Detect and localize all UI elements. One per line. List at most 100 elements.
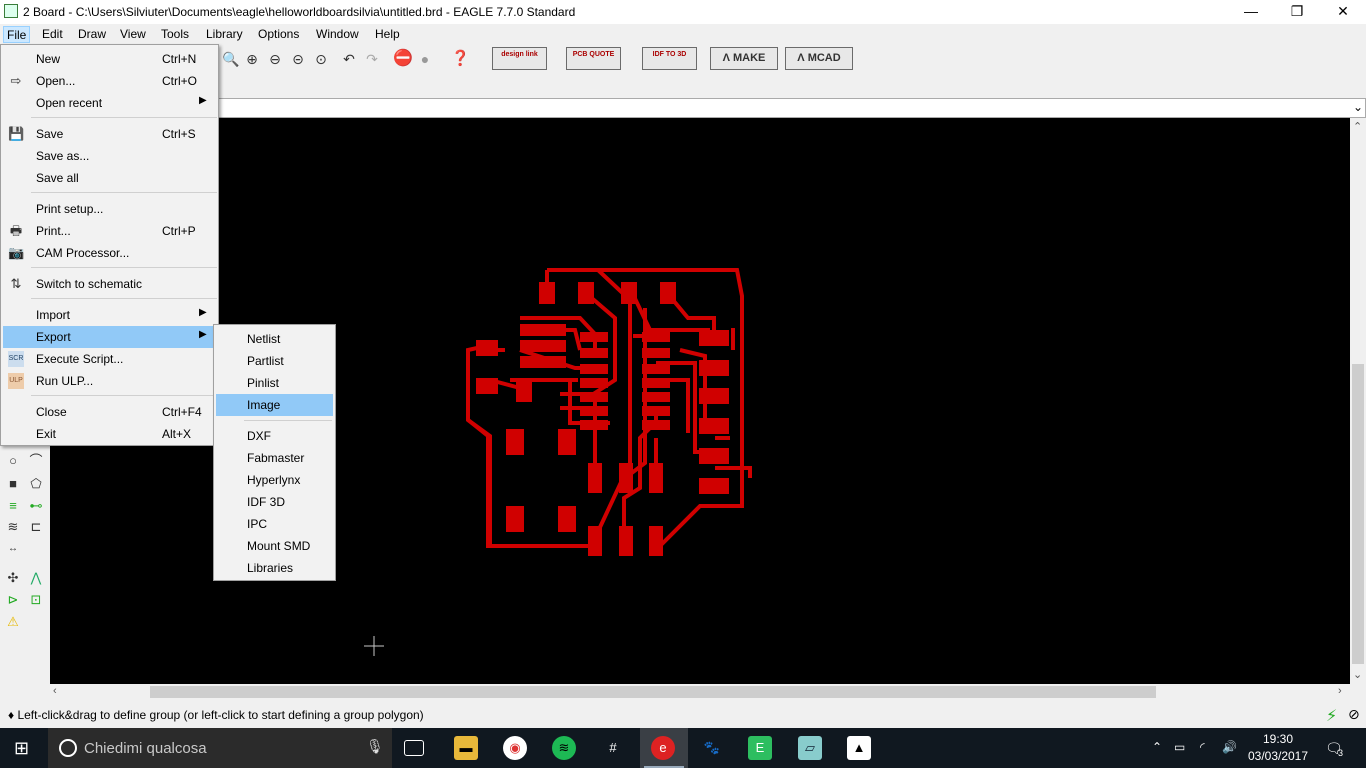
battery-icon[interactable]: ▭ [1174,740,1185,754]
menu-help[interactable]: Help [372,26,403,43]
spotify-icon[interactable]: ≋ [552,736,576,760]
chrome-icon[interactable]: ◉ [503,736,527,760]
menu-item-print[interactable]: 🖶 Print... Ctrl+P [3,220,217,242]
arc-tool-icon[interactable]: ⌒ [27,452,45,470]
export-item-mount-smd[interactable]: Mount SMD [216,535,333,557]
microphone-icon[interactable]: 🎙 [366,738,384,755]
menu-item-import[interactable]: Import ▶ [3,304,217,326]
zoom-in-icon[interactable]: ⊕ [244,51,260,67]
export-item-netlist[interactable]: Netlist [216,328,333,350]
horizontal-scroll-thumb[interactable] [150,686,1156,698]
rect-tool-icon[interactable]: ■ [4,475,22,493]
scroll-up-icon[interactable]: ⌃ [1353,120,1362,133]
vertical-scroll-thumb[interactable] [1352,364,1364,664]
menu-item-new[interactable]: New Ctrl+N [3,48,217,70]
go-icon[interactable]: ● [417,51,433,67]
wifi-icon[interactable]: ◜ [1200,740,1205,754]
zoom-out-icon[interactable]: ⊖ [267,51,283,67]
menu-edit[interactable]: Edit [39,26,66,43]
menu-item-save-as[interactable]: Save as... [3,145,217,167]
menu-item-switch-schematic[interactable]: ⇅ Switch to schematic [3,273,217,295]
redo-icon[interactable]: ↷ [364,51,380,67]
menu-item-save-all[interactable]: Save all [3,167,217,189]
via-tool-icon[interactable]: ≡ [4,497,22,515]
menu-item-exit[interactable]: Exit Alt+X [3,423,217,445]
zoom-redraw-icon[interactable]: ⊝ [290,51,306,67]
menu-item-print-setup[interactable]: Print setup... [3,198,217,220]
drc-tool-icon[interactable]: ⊡ [27,591,45,609]
menu-item-export[interactable]: Export ▶ [3,326,217,348]
system-clock[interactable]: 19:30 03/03/2017 [1244,731,1312,765]
autorouter-tool-icon[interactable]: ⊳ [4,591,22,609]
menu-item-close[interactable]: Close Ctrl+F4 [3,401,217,423]
scroll-left-icon[interactable]: ‹ [53,685,57,697]
windows-start-icon[interactable]: ⊞ [14,738,29,759]
horizontal-scrollbar[interactable]: ‹ › [50,684,1350,700]
taskbar-search[interactable]: Chiedimi qualcosa 🎙 [48,728,392,768]
stop-command-icon[interactable]: ⊘ [1348,706,1360,723]
volume-icon[interactable]: 🔊 [1222,740,1237,754]
menu-view[interactable]: View [117,26,149,43]
photos-icon[interactable]: ▲ [847,736,871,760]
attribute-tool-icon[interactable]: ⊏ [27,518,45,536]
command-line-input[interactable]: ⌄ [216,98,1366,118]
dimension-tool-icon[interactable]: ↔ [4,540,22,558]
export-item-idf-3d[interactable]: IDF 3D [216,491,333,513]
menu-item-save[interactable]: 💾 Save Ctrl+S [3,123,217,145]
undo-icon[interactable]: ↶ [341,51,357,67]
minimize-button[interactable]: — [1228,0,1274,24]
vertical-scrollbar[interactable]: ⌃ ⌄ [1350,118,1366,684]
menu-window[interactable]: Window [313,26,362,43]
route-tool-icon[interactable]: ⋀ [27,569,45,587]
export-item-fabmaster[interactable]: Fabmaster [216,447,333,469]
file-explorer-icon[interactable]: ▬ [454,736,478,760]
header-pad [699,388,729,404]
menu-options[interactable]: Options [255,26,302,43]
idf-to-3d-button[interactable]: IDF TO 3D [642,47,697,70]
ratsnest-tool-icon[interactable]: ✣ [4,569,22,587]
zoom-fit-icon[interactable]: 🔍 [222,51,239,67]
maximize-button[interactable]: ❐ [1274,0,1320,24]
help-icon[interactable]: ❓ [451,51,470,67]
scroll-right-icon[interactable]: › [1338,685,1342,697]
make-button[interactable]: Λ MAKE [710,47,778,70]
pcb-quote-button[interactable]: PCB QUOTE [566,47,621,70]
export-item-pinlist[interactable]: Pinlist [216,372,333,394]
export-item-hyperlynx[interactable]: Hyperlynx [216,469,333,491]
zoom-area-icon[interactable]: ⊙ [313,51,329,67]
menu-item-cam-processor[interactable]: 📷 CAM Processor... [3,242,217,264]
export-item-dxf[interactable]: DXF [216,425,333,447]
notes-icon[interactable]: ▱ [798,736,822,760]
menu-library[interactable]: Library [203,26,246,43]
menu-item-open-recent[interactable]: Open recent ▶ [3,92,217,114]
eagle-icon[interactable]: e [651,736,675,760]
export-item-partlist[interactable]: Partlist [216,350,333,372]
tray-chevron-icon[interactable]: ⌃ [1152,740,1162,754]
signal-tool-icon[interactable]: ⊷ [27,497,45,515]
design-link-button[interactable]: design link [492,47,547,70]
menu-tools[interactable]: Tools [158,26,192,43]
hole-tool-icon[interactable]: ≋ [4,518,22,536]
gimp-icon[interactable]: 🐾 [700,736,724,760]
close-button[interactable]: ✕ [1320,0,1366,24]
polygon-tool-icon[interactable]: ⬠ [27,475,45,493]
slack-icon[interactable]: # [601,736,625,760]
evernote-icon[interactable]: E [748,736,772,760]
status-message: ♦ Left-click&drag to define group (or le… [8,708,424,722]
stop-icon[interactable]: ⛔ [393,51,413,67]
menu-item-run-ulp[interactable]: ULP Run ULP... [3,370,217,392]
lightning-icon[interactable]: ⚡ [1326,706,1337,726]
export-item-libraries[interactable]: Libraries [216,557,333,579]
menu-file[interactable]: File [3,26,31,43]
export-item-image[interactable]: Image [216,394,333,416]
warning-icon[interactable]: ⚠ [4,613,22,631]
mcad-button[interactable]: Λ MCAD [785,47,853,70]
menu-draw[interactable]: Draw [75,26,109,43]
scroll-down-icon[interactable]: ⌄ [1353,668,1362,681]
menu-item-execute-script[interactable]: SCR Execute Script... [3,348,217,370]
chevron-down-icon[interactable]: ⌄ [1353,100,1363,114]
task-view-icon[interactable] [404,740,424,756]
export-item-ipc[interactable]: IPC [216,513,333,535]
circle-tool-icon[interactable]: ○ [4,452,22,470]
menu-item-open[interactable]: ⇨ Open... Ctrl+O [3,70,217,92]
